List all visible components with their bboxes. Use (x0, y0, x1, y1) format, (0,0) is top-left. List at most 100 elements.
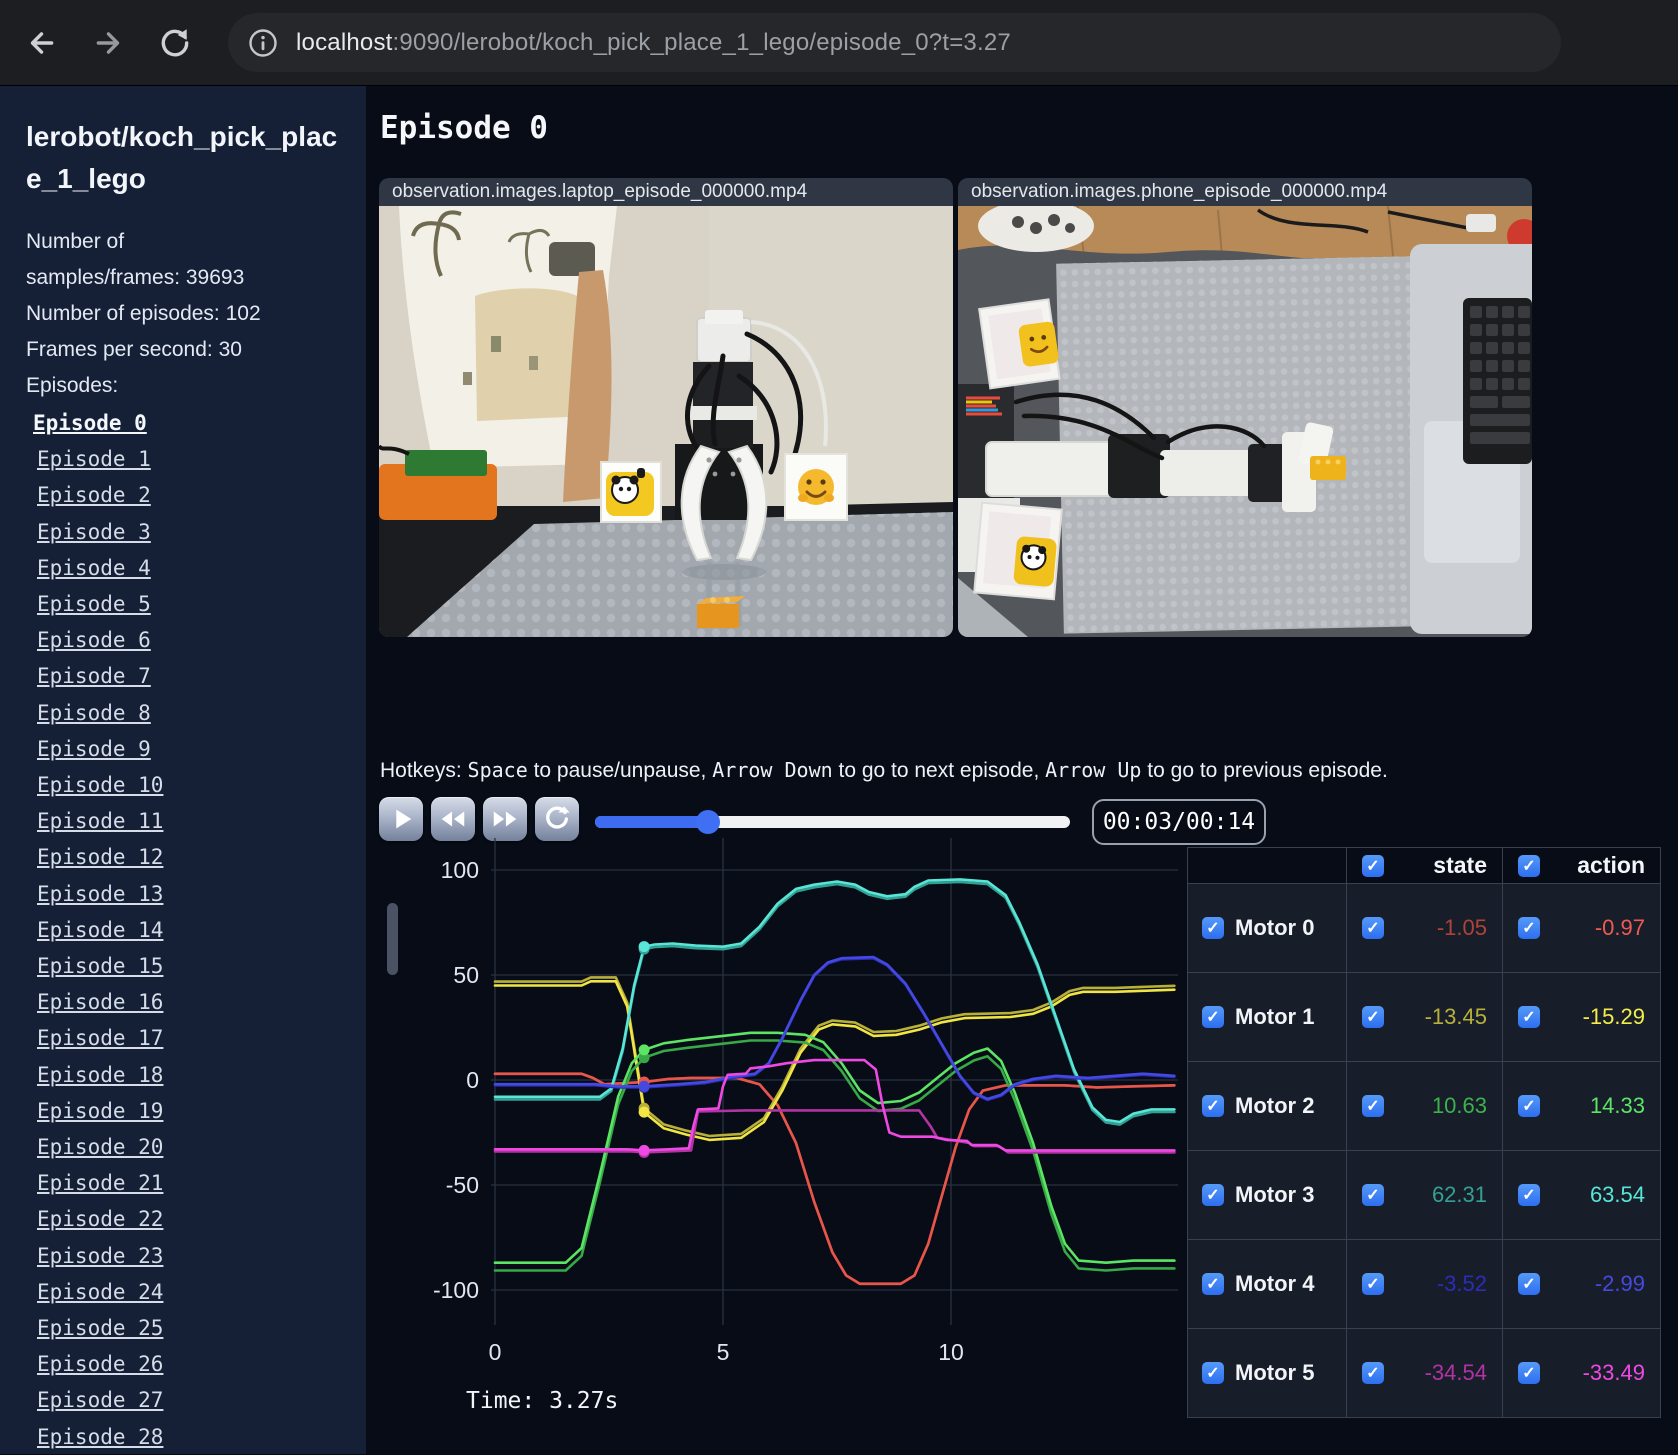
dataset-title: lerobot/koch_pick_place_1_lego (26, 121, 338, 194)
x-tick-label: 5 (717, 1339, 730, 1365)
motor-chart[interactable]: -100 -50 0 50 100 0 5 10 Time: 3.27s (378, 830, 1188, 1430)
action-value: -33.49 (1582, 1360, 1645, 1385)
y-tick-label: -100 (433, 1277, 479, 1303)
motor-table: ✓ state ✓ action ✓ Motor 0 ✓ -1.05 ✓ -0.97 ✓ Motor … (1187, 847, 1661, 1418)
video-frame-phone[interactable] (958, 206, 1532, 637)
motor-1-state-checkbox[interactable]: ✓ (1362, 1006, 1384, 1028)
state-value: -13.45 (1424, 1004, 1487, 1029)
sidebar-item-episode-12[interactable]: Episode 12 (37, 839, 342, 875)
panda-box-top (973, 501, 1063, 601)
dataset-info-line: samples/frames: 39693 (26, 266, 245, 289)
motor-4-action-checkbox[interactable]: ✓ (1518, 1273, 1540, 1295)
sidebar-item-episode-28[interactable]: Episode 28 (37, 1419, 342, 1455)
sidebar-item-episode-16[interactable]: Episode 16 (37, 984, 342, 1020)
motor-chart-area[interactable]: -100 -50 0 50 100 0 5 10 Time: 3.27s (378, 830, 1188, 1430)
motor-1-checkbox[interactable]: ✓ (1202, 1006, 1224, 1028)
sidebar-item-episode-17[interactable]: Episode 17 (37, 1020, 342, 1056)
motor-0-action-checkbox[interactable]: ✓ (1518, 917, 1540, 939)
hotkeys-text: Hotkeys: (380, 759, 468, 782)
sidebar-item-episode-5[interactable]: Episode 5 (37, 586, 342, 622)
sidebar-item-episode-6[interactable]: Episode 6 (37, 622, 342, 658)
sidebar-item-episode-18[interactable]: Episode 18 (37, 1057, 342, 1093)
hotkeys-help: Hotkeys: Space to pause/unpause, Arrow D… (380, 758, 1388, 783)
video-frame-laptop[interactable] (379, 206, 953, 637)
sidebar-item-episode-9[interactable]: Episode 9 (37, 731, 342, 767)
sidebar-item-episode-8[interactable]: Episode 8 (37, 695, 342, 731)
sidebar-item-episode-19[interactable]: Episode 19 (37, 1093, 342, 1129)
sidebar-item-episode-3[interactable]: Episode 3 (37, 514, 342, 550)
motor-0-state-checkbox[interactable]: ✓ (1362, 917, 1384, 939)
motor-3-action-checkbox[interactable]: ✓ (1518, 1184, 1540, 1206)
action-value: -0.97 (1594, 915, 1645, 940)
motor-row: ✓ Motor 1 ✓ -13.45 ✓ -15.29 (1187, 972, 1661, 1062)
motor-2-action-checkbox[interactable]: ✓ (1518, 1095, 1540, 1117)
motor-row: ✓ Motor 0 ✓ -1.05 ✓ -0.97 (1187, 883, 1661, 973)
dataset-info-line: Episodes: (26, 374, 119, 397)
sidebar-item-episode-13[interactable]: Episode 13 (37, 876, 342, 912)
sidebar-item-episode-23[interactable]: Episode 23 (37, 1238, 342, 1274)
motor-4-checkbox[interactable]: ✓ (1202, 1273, 1224, 1295)
state-value: -1.05 (1436, 915, 1487, 940)
series-state-motor-2 (493, 1039, 1176, 1272)
sidebar-item-episode-2[interactable]: Episode 2 (37, 477, 342, 513)
motor-1-action-checkbox[interactable]: ✓ (1518, 1006, 1540, 1028)
yellow-brick (1310, 456, 1346, 480)
sidebar-item-episode-10[interactable]: Episode 10 (37, 767, 342, 803)
y-tick-label: 0 (466, 1067, 479, 1093)
sidebar-item-episode-7[interactable]: Episode 7 (37, 658, 342, 694)
sidebar-item-episode-0[interactable]: Episode 0 (33, 405, 342, 441)
motor-0-checkbox[interactable]: ✓ (1202, 917, 1224, 939)
action-column-checkbox[interactable]: ✓ (1518, 854, 1540, 877)
sidebar-item-episode-27[interactable]: Episode 27 (37, 1382, 342, 1418)
sidebar-item-episode-15[interactable]: Episode 15 (37, 948, 342, 984)
motor-row: ✓ Motor 5 ✓ -34.54 ✓ -33.49 (1187, 1328, 1661, 1418)
series-state-motor-3 (493, 880, 1176, 1126)
sidebar-item-episode-26[interactable]: Episode 26 (37, 1346, 342, 1382)
dataset-info-line: Number of episodes: 102 (26, 302, 261, 325)
series-action-motor-5 (493, 1058, 1176, 1152)
sidebar-item-episode-11[interactable]: Episode 11 (37, 803, 342, 839)
motor-label: Motor 3 (1235, 1182, 1315, 1207)
forward-icon[interactable] (86, 20, 132, 66)
hotkey-name: Arrow Down (712, 758, 833, 782)
hotkeys-text: to pause/unpause, (527, 759, 713, 782)
motor-label: Motor 5 (1235, 1360, 1315, 1385)
sidebar-item-episode-21[interactable]: Episode 21 (37, 1165, 342, 1201)
state-value: -3.52 (1436, 1271, 1487, 1296)
motor-2-state-checkbox[interactable]: ✓ (1362, 1095, 1384, 1117)
y-tick-label: 100 (441, 857, 479, 883)
motor-2-checkbox[interactable]: ✓ (1202, 1095, 1224, 1117)
video-player-phone[interactable]: observation.images.phone_episode_000000.… (958, 178, 1532, 637)
action-value: 14.33 (1589, 1093, 1645, 1118)
action-value: 63.54 (1589, 1182, 1645, 1207)
video-caption-phone: observation.images.phone_episode_000000.… (958, 178, 1532, 206)
address-bar[interactable]: localhost:9090/lerobot/koch_pick_place_1… (228, 13, 1561, 72)
seek-slider-fill (595, 816, 709, 828)
motor-label: Motor 2 (1235, 1093, 1315, 1118)
motor-label: Motor 0 (1235, 915, 1315, 940)
reload-icon[interactable] (152, 20, 198, 66)
sidebar-item-episode-4[interactable]: Episode 4 (37, 550, 342, 586)
motor-4-state-checkbox[interactable]: ✓ (1362, 1273, 1384, 1295)
sidebar-item-episode-25[interactable]: Episode 25 (37, 1310, 342, 1346)
sidebar-item-episode-1[interactable]: Episode 1 (37, 441, 342, 477)
sidebar-item-episode-14[interactable]: Episode 14 (37, 912, 342, 948)
video-player-laptop[interactable]: observation.images.laptop_episode_000000… (379, 178, 953, 637)
seek-slider[interactable] (595, 810, 1070, 834)
sidebar: lerobot/koch_pick_place_1_lego Number of… (0, 86, 366, 1454)
motor-5-state-checkbox[interactable]: ✓ (1362, 1362, 1384, 1384)
motor-3-state-checkbox[interactable]: ✓ (1362, 1184, 1384, 1206)
dataset-info: Number of samples/frames: 39693 Number of … (26, 224, 342, 404)
motor-5-action-checkbox[interactable]: ✓ (1518, 1362, 1540, 1384)
sidebar-item-episode-22[interactable]: Episode 22 (37, 1201, 342, 1237)
back-icon[interactable] (18, 20, 64, 66)
motor-5-checkbox[interactable]: ✓ (1202, 1362, 1224, 1384)
motor-3-checkbox[interactable]: ✓ (1202, 1184, 1224, 1206)
sidebar-item-episode-20[interactable]: Episode 20 (37, 1129, 342, 1165)
state-column-checkbox[interactable]: ✓ (1362, 854, 1384, 877)
x-tick-label: 10 (938, 1339, 964, 1365)
sidebar-item-episode-24[interactable]: Episode 24 (37, 1274, 342, 1310)
url-text: localhost:9090/lerobot/koch_pick_place_1… (296, 28, 1011, 56)
action-value: -15.29 (1582, 1004, 1645, 1029)
page-info-icon[interactable] (244, 24, 282, 62)
